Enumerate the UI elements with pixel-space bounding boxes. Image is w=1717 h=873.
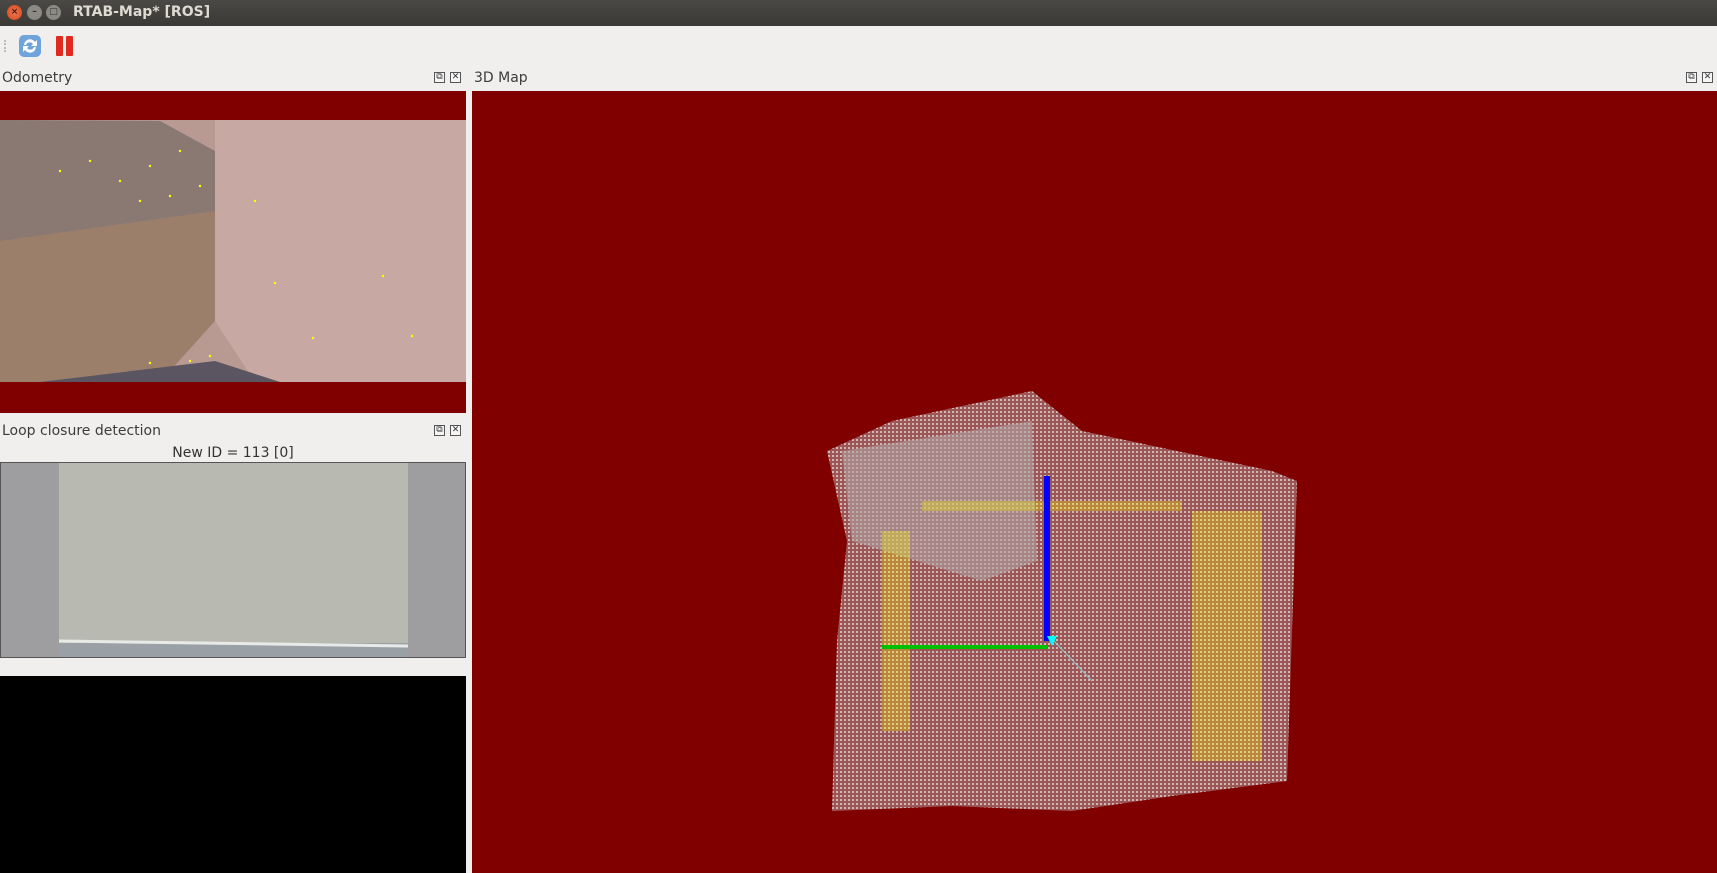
close-icon[interactable]: ✕ (450, 72, 461, 83)
pause-button[interactable] (51, 32, 79, 60)
window-close-button[interactable]: × (7, 5, 22, 20)
float-icon[interactable]: ⧉ (434, 425, 445, 436)
point-cloud (827, 391, 1297, 811)
pause-icon (56, 36, 73, 56)
map-3d-view[interactable] (472, 91, 1717, 873)
close-icon[interactable]: ✕ (450, 425, 461, 436)
odometry-camera-image (0, 120, 466, 382)
map-dock-title: 3D Map (474, 70, 528, 86)
loop-camera-image (58, 463, 409, 657)
float-icon[interactable]: ⧉ (1686, 72, 1697, 83)
toolbar-grip[interactable] (4, 40, 7, 52)
odometry-view[interactable] (0, 91, 466, 413)
float-icon[interactable]: ⧉ (434, 72, 445, 83)
loop-new-image (0, 462, 466, 658)
close-icon[interactable]: ✕ (1702, 72, 1713, 83)
loop-match-image (0, 676, 466, 873)
toolbar (0, 26, 1717, 66)
loop-dock-title: Loop closure detection (2, 423, 161, 439)
window-minimize-button[interactable]: – (27, 5, 42, 20)
window-title: RTAB-Map* [ROS] (73, 4, 211, 20)
title-bar: × – □ RTAB-Map* [ROS] (0, 0, 1717, 26)
refresh-button[interactable] (16, 32, 44, 60)
loop-status-text: New ID = 113 [0] (172, 445, 294, 461)
odometry-dock-title: Odometry (2, 70, 73, 86)
window-maximize-button[interactable]: □ (46, 5, 61, 20)
refresh-icon (19, 35, 41, 57)
